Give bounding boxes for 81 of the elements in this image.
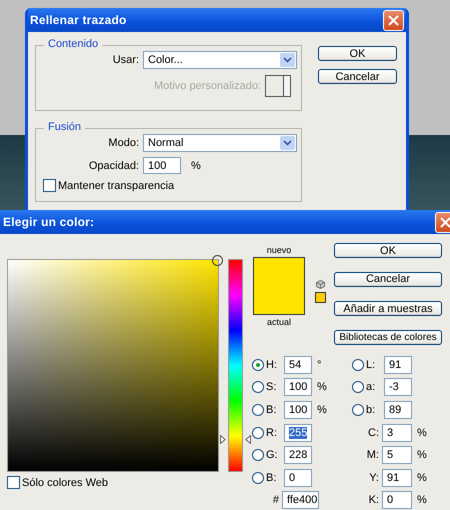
dialog-button[interactable]: OK [318,46,397,61]
use-dropdown[interactable]: Color... [143,51,297,69]
close-icon [440,216,450,228]
field-label: Usar: [112,54,139,66]
window-title: Elegir un color: [2,215,94,229]
field-label: b: [365,404,376,416]
cube-icon[interactable] [316,280,324,289]
field-label: K: [368,494,380,506]
group-legend: Fusión [44,121,86,133]
value-field[interactable]: 100 [284,400,312,419]
field-label: H: [265,358,278,371]
dialog-button[interactable]: Cancelar [318,69,397,84]
picker-marker[interactable] [212,255,223,266]
value-field[interactable]: 0 [284,468,312,487]
dialog-button[interactable]: Bibliotecas de colores [334,330,442,344]
close-button[interactable] [383,10,404,30]
field-label: Y: [368,472,380,484]
radio-button[interactable] [252,426,264,439]
dialog-button[interactable]: OK [334,243,442,258]
opacity-field[interactable]: 100 [143,157,181,174]
value-field[interactable]: 91 [384,356,412,374]
field-label: Motivo personalizado: [154,80,261,92]
checkbox[interactable] [43,179,56,192]
unit-label: % [317,381,327,394]
radio-button[interactable] [252,472,264,484]
field-label: R: [265,426,278,439]
radio-button[interactable] [352,381,364,394]
radio-button[interactable] [352,404,364,416]
web-safe-swatch[interactable] [314,292,326,303]
radio-button[interactable] [252,358,264,371]
field-label: a: [365,381,376,394]
value-field[interactable]: 5 [382,446,412,464]
window-title: Rellenar trazado [30,13,127,27]
radio-button[interactable] [352,358,364,371]
slider-handle[interactable] [220,435,251,444]
caret-icon [280,53,295,67]
mode-dropdown[interactable]: Normal [143,134,297,152]
radio-button[interactable] [252,404,264,416]
value-field[interactable]: 54 [284,356,312,374]
unit-label: % [417,472,427,484]
value-field[interactable]: 3 [382,424,412,442]
field-label: S: [265,381,278,394]
dialog-button[interactable]: Añadir a muestras [334,301,442,316]
value-field[interactable]: 89 [384,400,412,419]
checkbox-label: Sólo colores Web [22,476,108,488]
field-label: C: [367,426,380,439]
value-field[interactable]: 0 [382,491,412,510]
value-field[interactable]: ffe400 [282,491,319,510]
close-button[interactable] [435,212,450,232]
field-label: Opacidad: [88,160,139,172]
unit-label: % [191,160,201,172]
group-legend: Contenido [44,38,102,50]
field-label: B: [265,472,278,484]
checkbox-label: Mantener transparencia [58,180,174,192]
field-label: Modo: [107,137,139,149]
field-label: B: [265,404,278,416]
checkbox[interactable] [7,476,20,489]
unit-label: % [317,404,327,416]
caret-icon [280,136,295,150]
unit-label: % [417,449,427,462]
current-color-swatch[interactable] [253,286,305,315]
field-label: M: [366,449,380,462]
value-field[interactable]: 91 [382,468,412,487]
field-label: L: [365,358,376,371]
hue-slider[interactable] [220,259,251,472]
dialog-button[interactable]: Cancelar [334,272,442,286]
unit-label: ° [317,358,322,371]
field-label: G: [265,449,279,462]
radio-button[interactable] [252,449,264,462]
value-field[interactable]: 100 [284,378,312,396]
close-icon [388,14,399,26]
value-field[interactable]: -3 [384,378,412,396]
value-field[interactable]: 255 [284,424,312,442]
swatch-label: nuevo [266,245,292,255]
pattern-picker [265,75,291,97]
radio-button[interactable] [252,381,264,394]
field-label: # [272,494,280,506]
swatch-label: actual [266,317,292,327]
unit-label: % [417,426,427,439]
unit-label: % [417,494,427,506]
value-field[interactable]: 228 [284,446,312,464]
